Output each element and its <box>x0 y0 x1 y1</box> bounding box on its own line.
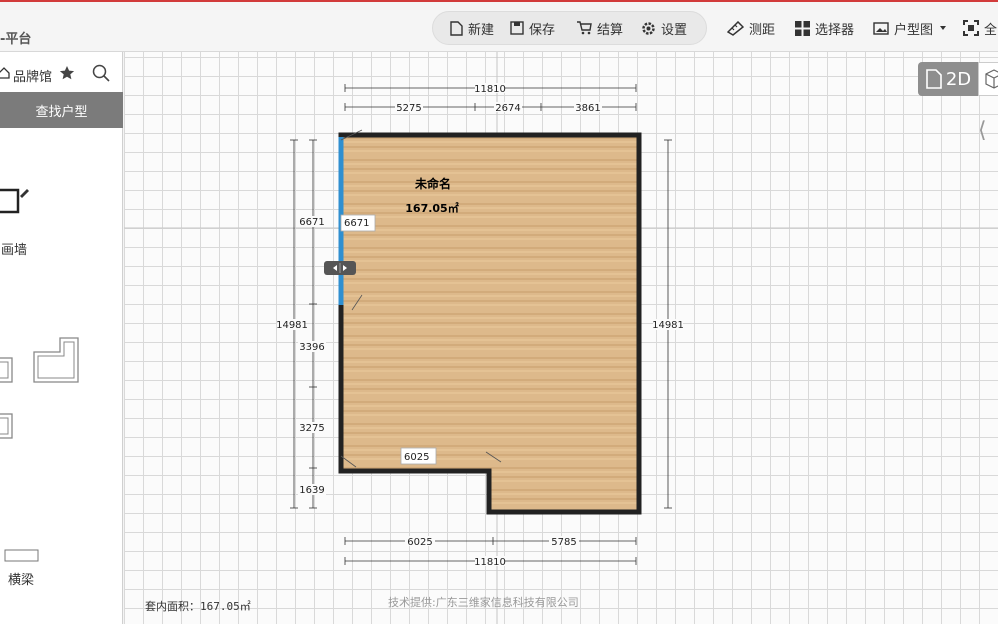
room-shape-icon[interactable] <box>0 356 16 386</box>
measure-button[interactable]: 测距 <box>727 18 775 38</box>
sidebar-header: 品牌馆 <box>0 60 123 90</box>
rect-room-icon[interactable] <box>0 412 16 442</box>
fullscreen-label: 全 <box>984 22 998 38</box>
star-icon[interactable] <box>59 65 75 81</box>
file-icon <box>926 69 942 89</box>
find-floorplan-button[interactable]: 查找户型 <box>0 92 123 128</box>
fullscreen-icon <box>963 20 979 36</box>
inner-length-value: 6025 <box>404 452 429 463</box>
checkout-button[interactable]: 结算 <box>576 18 623 38</box>
view-3d-button[interactable] <box>978 62 998 96</box>
design-canvas[interactable]: 未命名 167.05㎡ 11810 5275 2674 3861 14981 6… <box>124 52 998 624</box>
dim-top-b: 2674 <box>495 103 520 114</box>
ruler-icon <box>727 20 744 36</box>
collapse-panel-arrow-icon[interactable]: ⟨ <box>978 118 987 143</box>
dim-left-d: 1639 <box>299 485 324 496</box>
settings-label: 设置 <box>661 22 688 38</box>
new-button[interactable]: 新建 <box>450 18 494 38</box>
search-icon[interactable] <box>92 64 110 82</box>
dim-right-total: 14981 <box>652 320 684 331</box>
left-sidebar: 品牌馆 查找户型 画墙 横梁 <box>0 52 123 624</box>
wall-length-value: 6671 <box>344 218 369 229</box>
dim-top-total: 11810 <box>474 84 506 95</box>
save-button[interactable]: 保存 <box>510 18 555 38</box>
selector-button[interactable]: 选择器 <box>795 18 854 38</box>
cube-icon <box>985 69 998 89</box>
dim-left-total: 14981 <box>276 320 308 331</box>
dim-top-c: 3861 <box>575 103 600 114</box>
dim-bottom-b: 5785 <box>551 537 576 548</box>
credit-text: 技术提供:广东三维家信息科技有限公司 <box>388 596 579 609</box>
new-label: 新建 <box>468 22 495 38</box>
measure-label: 测距 <box>749 22 776 38</box>
image-icon <box>873 21 889 35</box>
room-floor[interactable] <box>341 135 639 512</box>
view-2d-button[interactable]: 2D <box>918 62 978 96</box>
file-icon <box>450 20 463 36</box>
dim-bottom-a: 6025 <box>407 537 432 548</box>
room-name[interactable]: 未命名 <box>414 176 451 191</box>
floorplan-label: 户型图 <box>894 22 934 38</box>
dim-top-a: 5275 <box>396 103 421 114</box>
l-shape-room-icon[interactable] <box>32 336 82 386</box>
fullscreen-button[interactable]: 全 <box>963 18 997 38</box>
home-icon <box>0 67 10 79</box>
dim-left-c: 3275 <box>299 423 324 434</box>
save-icon <box>510 21 524 35</box>
floorplan-menu-button[interactable]: 户型图 <box>873 18 953 38</box>
floor-plan: 未命名 167.05㎡ 11810 5275 2674 3861 14981 6… <box>124 52 998 624</box>
view-2d-label: 2D <box>945 68 972 90</box>
draw-wall-label: 画墙 <box>1 243 28 258</box>
save-label: 保存 <box>529 22 556 38</box>
brand-hall-link[interactable]: 品牌馆 <box>13 66 52 85</box>
checkout-label: 结算 <box>597 22 624 38</box>
find-floorplan-label: 查找户型 <box>35 104 88 120</box>
cart-icon <box>577 21 592 35</box>
dim-bottom-total: 11810 <box>474 557 506 568</box>
draw-wall-icon[interactable] <box>0 184 30 228</box>
settings-button[interactable]: 设置 <box>641 18 687 38</box>
top-toolbar: -平台 新建 保存 结算 设置 测距 选择器 户型图 全 <box>0 0 998 52</box>
caret-down-icon <box>940 26 947 30</box>
room-area: 167.05㎡ <box>405 201 458 215</box>
app-window: -平台 新建 保存 结算 设置 测距 选择器 户型图 全 品牌馆 查找户型 画墙… <box>0 0 998 624</box>
gear-icon <box>642 21 655 35</box>
dim-left-a: 6671 <box>299 217 324 228</box>
selector-label: 选择器 <box>815 22 855 38</box>
beam-label: 横梁 <box>8 573 35 588</box>
wall-drag-handle[interactable] <box>324 261 356 275</box>
brand-title: -平台 <box>0 32 32 47</box>
beam-icon[interactable] <box>4 549 40 563</box>
dim-left-b: 3396 <box>299 342 324 353</box>
room-area-readout: 套内面积：167.05㎡ <box>145 600 251 613</box>
grid-icon <box>795 20 810 36</box>
